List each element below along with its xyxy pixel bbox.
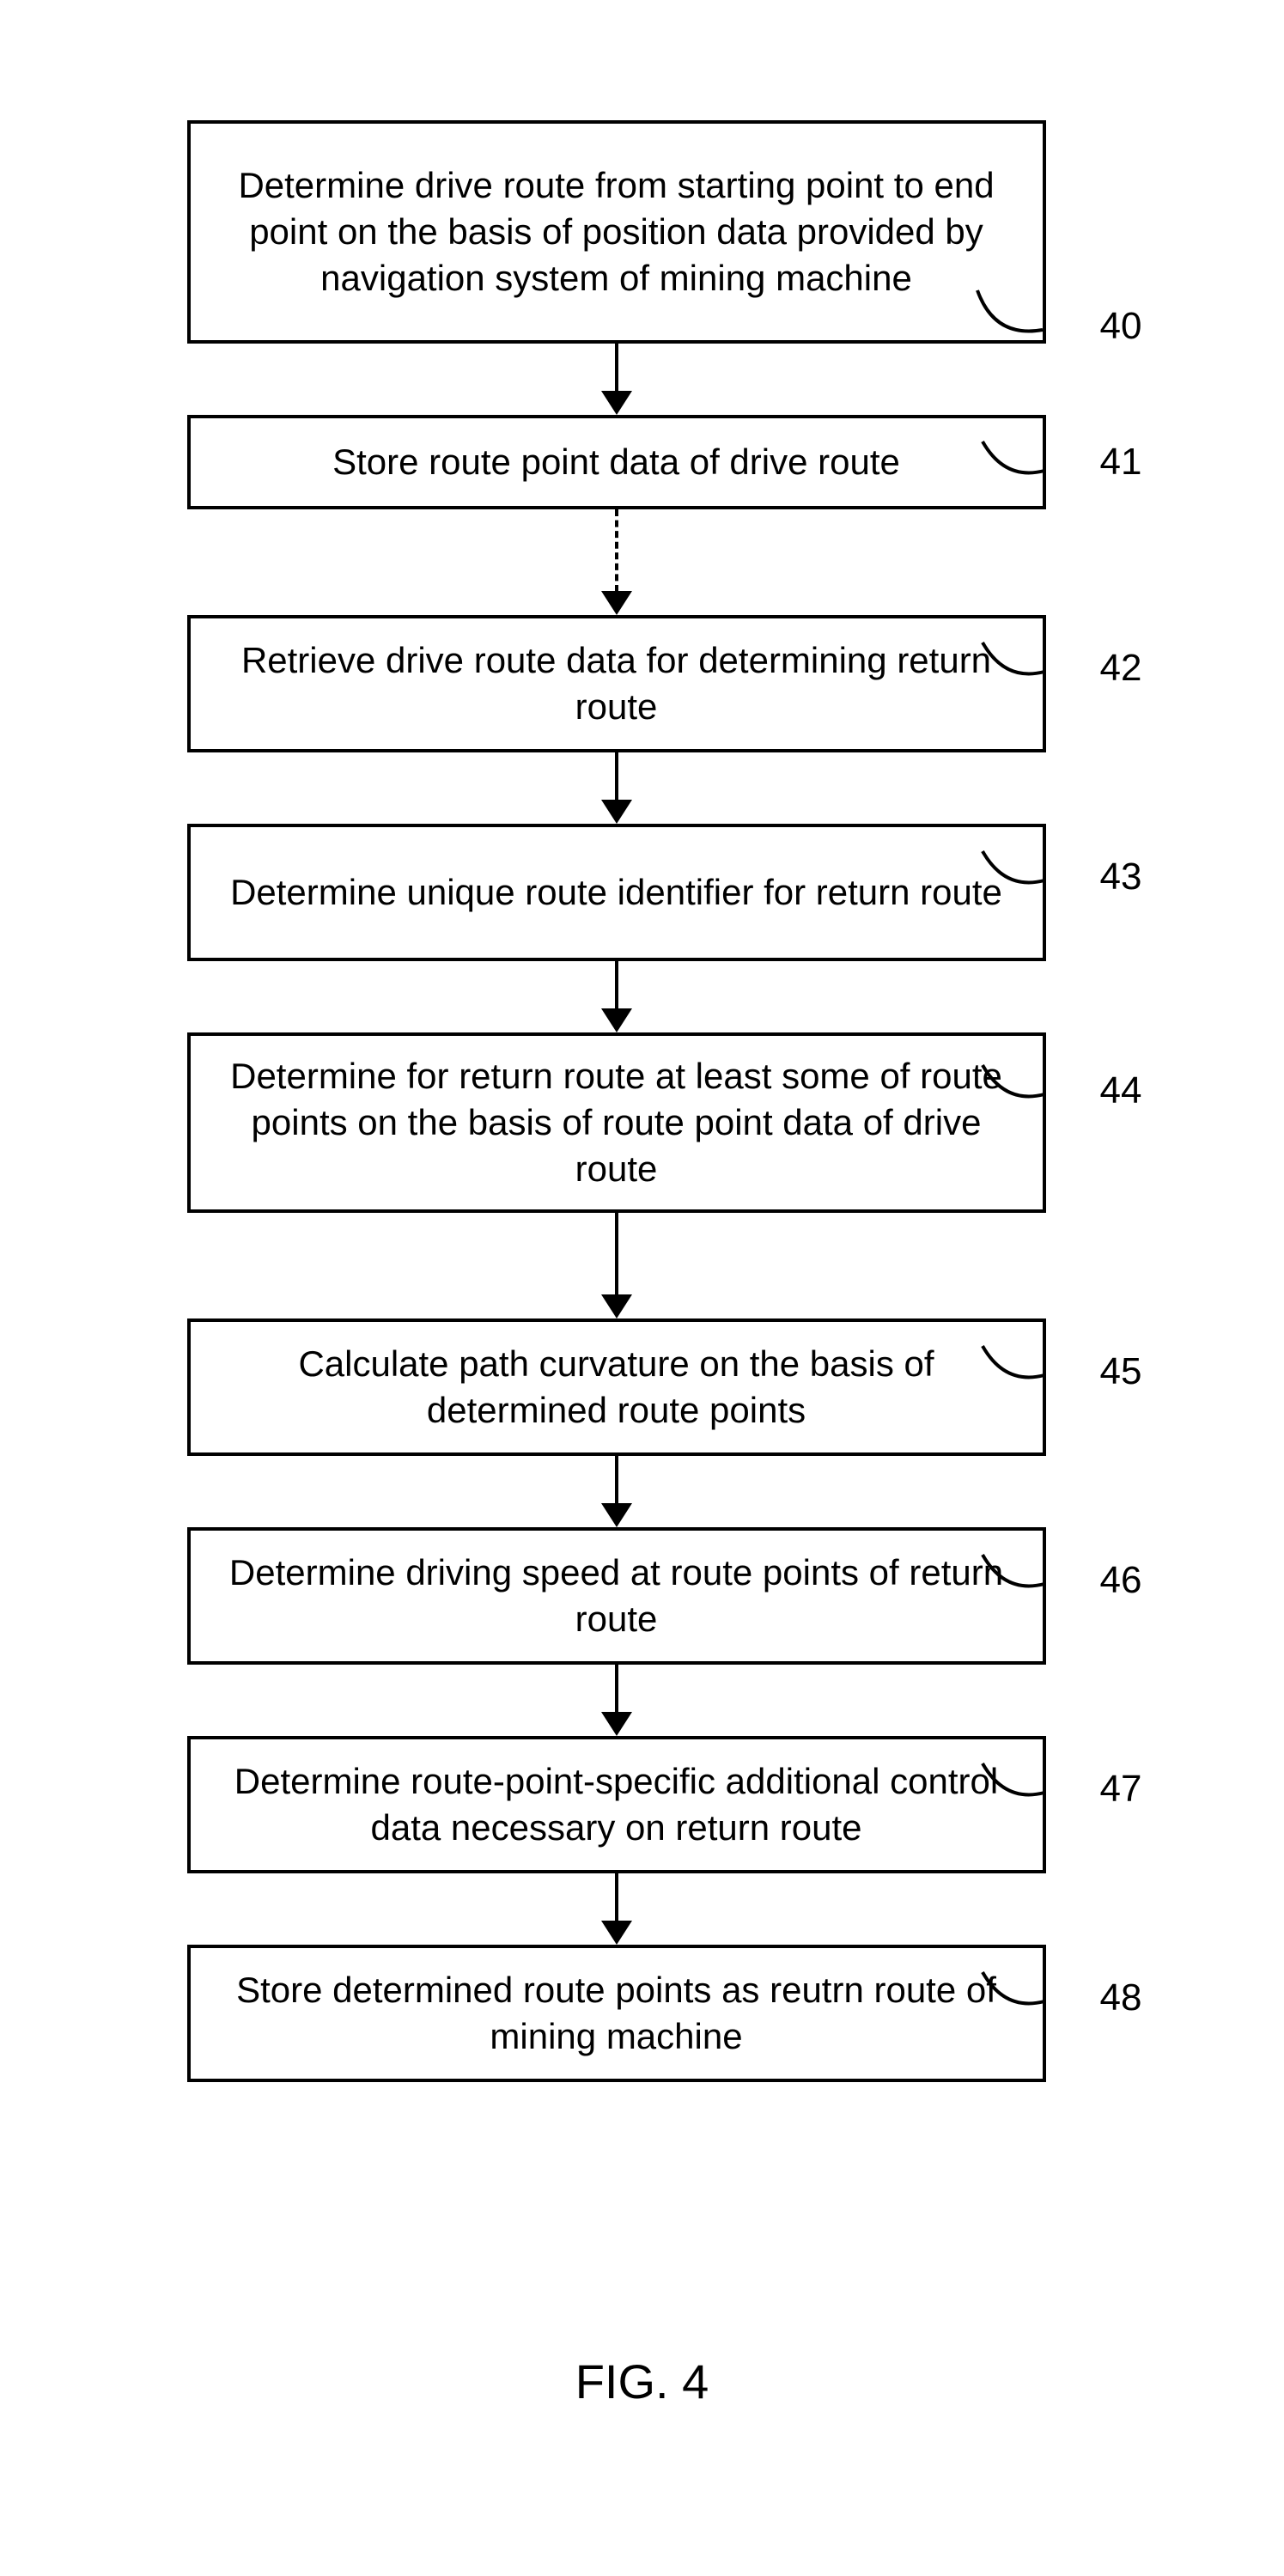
arrow-solid	[187, 344, 1046, 415]
flow-step-46: Determine driving speed at route points …	[187, 1527, 1046, 1665]
flow-step-text: Retrieve drive route data for determinin…	[220, 637, 1013, 730]
flow-step-text: Store determined route points as reutrn …	[220, 1967, 1013, 2060]
lead-line-icon	[981, 436, 1048, 488]
arrow-solid	[187, 1665, 1046, 1736]
page: Determine drive route from starting poin…	[0, 0, 1284, 2576]
reference-numeral: 48	[1100, 1979, 1142, 2017]
arrow-solid	[187, 1873, 1046, 1945]
arrow-solid	[187, 961, 1046, 1032]
flow-step-text: Determine driving speed at route points …	[220, 1550, 1013, 1642]
reference-numeral: 46	[1100, 1562, 1142, 1599]
figure-caption: FIG. 4	[575, 2354, 709, 2409]
reference-numeral: 43	[1100, 858, 1142, 896]
flow-step-text: Determine for return route at least some…	[220, 1053, 1013, 1191]
flow-step-text: Calculate path curvature on the basis of…	[220, 1341, 1013, 1434]
reference-numeral: 45	[1100, 1353, 1142, 1391]
flow-step-43: Determine unique route identifier for re…	[187, 824, 1046, 961]
reference-numeral: 40	[1100, 308, 1142, 345]
reference-numeral: 47	[1100, 1770, 1142, 1808]
reference-numeral: 42	[1100, 649, 1142, 687]
flow-step-45: Calculate path curvature on the basis of…	[187, 1318, 1046, 1456]
flowchart: Determine drive route from starting poin…	[187, 120, 1098, 2082]
arrow-solid	[187, 1456, 1046, 1527]
flow-step-48: Store determined route points as reutrn …	[187, 1945, 1046, 2082]
flow-step-text: Determine unique route identifier for re…	[230, 869, 1002, 916]
arrow-solid	[187, 752, 1046, 824]
flow-step-40: Determine drive route from starting poin…	[187, 120, 1046, 344]
reference-numeral: 41	[1100, 443, 1142, 481]
flow-step-44: Determine for return route at least some…	[187, 1032, 1046, 1213]
arrow-solid	[187, 1213, 1046, 1318]
reference-numeral: 44	[1100, 1072, 1142, 1110]
flow-step-text: Determine drive route from starting poin…	[220, 162, 1013, 301]
flow-step-47: Determine route-point-specific additiona…	[187, 1736, 1046, 1873]
flow-step-text: Store route point data of drive route	[332, 439, 900, 485]
flow-step-41: Store route point data of drive route 41	[187, 415, 1046, 509]
flow-step-text: Determine route-point-specific additiona…	[220, 1758, 1013, 1851]
arrow-dashed	[187, 509, 1046, 615]
flow-step-42: Retrieve drive route data for determinin…	[187, 615, 1046, 752]
